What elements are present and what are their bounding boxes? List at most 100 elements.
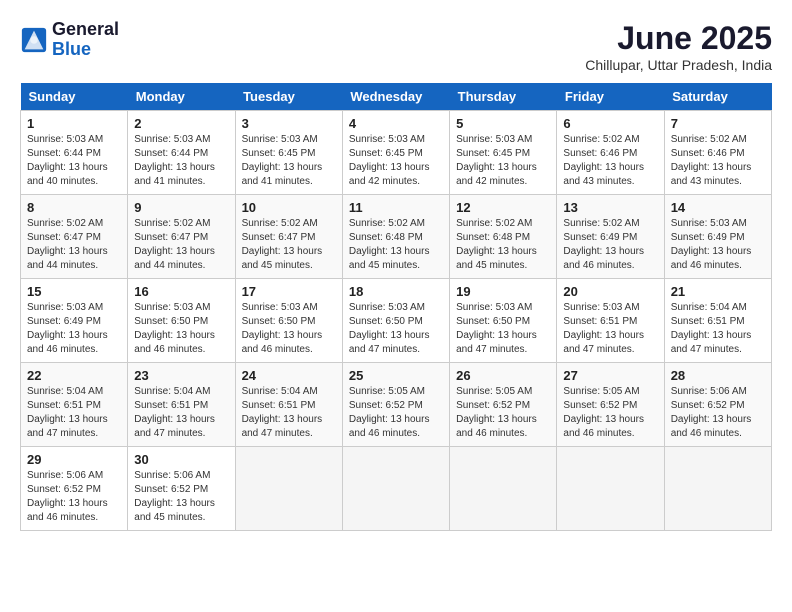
day-info: Sunrise: 5:03 AM Sunset: 6:45 PM Dayligh… (349, 133, 443, 189)
empty-cell (235, 447, 342, 531)
week-row-5: 29 Sunrise: 5:06 AM Sunset: 6:52 PM Dayl… (21, 447, 772, 531)
logo-line2: Blue (52, 40, 119, 60)
day-info: Sunrise: 5:03 AM Sunset: 6:49 PM Dayligh… (671, 217, 765, 273)
day-cell-11: 11 Sunrise: 5:02 AM Sunset: 6:48 PM Dayl… (342, 195, 449, 279)
day-cell-5: 5 Sunrise: 5:03 AM Sunset: 6:45 PM Dayli… (450, 111, 557, 195)
day-cell-7: 7 Sunrise: 5:02 AM Sunset: 6:46 PM Dayli… (664, 111, 771, 195)
day-info: Sunrise: 5:04 AM Sunset: 6:51 PM Dayligh… (671, 301, 765, 357)
day-cell-17: 17 Sunrise: 5:03 AM Sunset: 6:50 PM Dayl… (235, 279, 342, 363)
col-header-thursday: Thursday (450, 83, 557, 111)
day-cell-30: 30 Sunrise: 5:06 AM Sunset: 6:52 PM Dayl… (128, 447, 235, 531)
day-info: Sunrise: 5:03 AM Sunset: 6:44 PM Dayligh… (134, 133, 228, 189)
day-cell-23: 23 Sunrise: 5:04 AM Sunset: 6:51 PM Dayl… (128, 363, 235, 447)
day-info: Sunrise: 5:02 AM Sunset: 6:46 PM Dayligh… (563, 133, 657, 189)
day-cell-22: 22 Sunrise: 5:04 AM Sunset: 6:51 PM Dayl… (21, 363, 128, 447)
col-header-saturday: Saturday (664, 83, 771, 111)
day-info: Sunrise: 5:05 AM Sunset: 6:52 PM Dayligh… (349, 385, 443, 441)
header: General Blue June 2025 Chillupar, Uttar … (20, 20, 772, 73)
col-header-sunday: Sunday (21, 83, 128, 111)
day-number: 26 (456, 368, 550, 383)
day-number: 9 (134, 200, 228, 215)
day-number: 7 (671, 116, 765, 131)
day-cell-25: 25 Sunrise: 5:05 AM Sunset: 6:52 PM Dayl… (342, 363, 449, 447)
day-number: 25 (349, 368, 443, 383)
logo-icon (20, 26, 48, 54)
day-number: 2 (134, 116, 228, 131)
day-info: Sunrise: 5:03 AM Sunset: 6:50 PM Dayligh… (242, 301, 336, 357)
empty-cell (557, 447, 664, 531)
day-cell-19: 19 Sunrise: 5:03 AM Sunset: 6:50 PM Dayl… (450, 279, 557, 363)
day-cell-15: 15 Sunrise: 5:03 AM Sunset: 6:49 PM Dayl… (21, 279, 128, 363)
day-cell-21: 21 Sunrise: 5:04 AM Sunset: 6:51 PM Dayl… (664, 279, 771, 363)
day-cell-3: 3 Sunrise: 5:03 AM Sunset: 6:45 PM Dayli… (235, 111, 342, 195)
col-header-tuesday: Tuesday (235, 83, 342, 111)
day-info: Sunrise: 5:03 AM Sunset: 6:49 PM Dayligh… (27, 301, 121, 357)
day-cell-12: 12 Sunrise: 5:02 AM Sunset: 6:48 PM Dayl… (450, 195, 557, 279)
day-number: 22 (27, 368, 121, 383)
day-number: 15 (27, 284, 121, 299)
empty-cell (664, 447, 771, 531)
day-cell-6: 6 Sunrise: 5:02 AM Sunset: 6:46 PM Dayli… (557, 111, 664, 195)
day-info: Sunrise: 5:02 AM Sunset: 6:47 PM Dayligh… (242, 217, 336, 273)
day-info: Sunrise: 5:05 AM Sunset: 6:52 PM Dayligh… (456, 385, 550, 441)
day-info: Sunrise: 5:03 AM Sunset: 6:50 PM Dayligh… (349, 301, 443, 357)
day-cell-20: 20 Sunrise: 5:03 AM Sunset: 6:51 PM Dayl… (557, 279, 664, 363)
month-title: June 2025 (585, 20, 772, 57)
day-number: 13 (563, 200, 657, 215)
day-number: 12 (456, 200, 550, 215)
day-info: Sunrise: 5:03 AM Sunset: 6:50 PM Dayligh… (134, 301, 228, 357)
day-number: 8 (27, 200, 121, 215)
day-number: 28 (671, 368, 765, 383)
day-number: 30 (134, 452, 228, 467)
day-info: Sunrise: 5:04 AM Sunset: 6:51 PM Dayligh… (27, 385, 121, 441)
day-cell-28: 28 Sunrise: 5:06 AM Sunset: 6:52 PM Dayl… (664, 363, 771, 447)
logo: General Blue (20, 20, 119, 60)
day-number: 18 (349, 284, 443, 299)
day-info: Sunrise: 5:02 AM Sunset: 6:48 PM Dayligh… (349, 217, 443, 273)
day-cell-2: 2 Sunrise: 5:03 AM Sunset: 6:44 PM Dayli… (128, 111, 235, 195)
logo-text: General Blue (52, 20, 119, 60)
day-number: 21 (671, 284, 765, 299)
week-row-4: 22 Sunrise: 5:04 AM Sunset: 6:51 PM Dayl… (21, 363, 772, 447)
day-number: 19 (456, 284, 550, 299)
day-cell-9: 9 Sunrise: 5:02 AM Sunset: 6:47 PM Dayli… (128, 195, 235, 279)
day-info: Sunrise: 5:03 AM Sunset: 6:45 PM Dayligh… (456, 133, 550, 189)
day-info: Sunrise: 5:03 AM Sunset: 6:44 PM Dayligh… (27, 133, 121, 189)
title-block: June 2025 Chillupar, Uttar Pradesh, Indi… (585, 20, 772, 73)
day-info: Sunrise: 5:05 AM Sunset: 6:52 PM Dayligh… (563, 385, 657, 441)
day-number: 1 (27, 116, 121, 131)
calendar-header-row: SundayMondayTuesdayWednesdayThursdayFrid… (21, 83, 772, 111)
day-cell-24: 24 Sunrise: 5:04 AM Sunset: 6:51 PM Dayl… (235, 363, 342, 447)
day-number: 4 (349, 116, 443, 131)
day-cell-26: 26 Sunrise: 5:05 AM Sunset: 6:52 PM Dayl… (450, 363, 557, 447)
day-cell-13: 13 Sunrise: 5:02 AM Sunset: 6:49 PM Dayl… (557, 195, 664, 279)
week-row-3: 15 Sunrise: 5:03 AM Sunset: 6:49 PM Dayl… (21, 279, 772, 363)
day-number: 5 (456, 116, 550, 131)
day-cell-16: 16 Sunrise: 5:03 AM Sunset: 6:50 PM Dayl… (128, 279, 235, 363)
day-cell-8: 8 Sunrise: 5:02 AM Sunset: 6:47 PM Dayli… (21, 195, 128, 279)
day-number: 27 (563, 368, 657, 383)
day-number: 6 (563, 116, 657, 131)
day-cell-14: 14 Sunrise: 5:03 AM Sunset: 6:49 PM Dayl… (664, 195, 771, 279)
empty-cell (450, 447, 557, 531)
calendar: SundayMondayTuesdayWednesdayThursdayFrid… (20, 83, 772, 531)
day-cell-10: 10 Sunrise: 5:02 AM Sunset: 6:47 PM Dayl… (235, 195, 342, 279)
day-number: 16 (134, 284, 228, 299)
day-info: Sunrise: 5:03 AM Sunset: 6:51 PM Dayligh… (563, 301, 657, 357)
day-cell-29: 29 Sunrise: 5:06 AM Sunset: 6:52 PM Dayl… (21, 447, 128, 531)
day-cell-27: 27 Sunrise: 5:05 AM Sunset: 6:52 PM Dayl… (557, 363, 664, 447)
col-header-friday: Friday (557, 83, 664, 111)
day-info: Sunrise: 5:06 AM Sunset: 6:52 PM Dayligh… (27, 469, 121, 525)
day-cell-18: 18 Sunrise: 5:03 AM Sunset: 6:50 PM Dayl… (342, 279, 449, 363)
day-number: 11 (349, 200, 443, 215)
day-number: 3 (242, 116, 336, 131)
week-row-2: 8 Sunrise: 5:02 AM Sunset: 6:47 PM Dayli… (21, 195, 772, 279)
day-info: Sunrise: 5:02 AM Sunset: 6:48 PM Dayligh… (456, 217, 550, 273)
day-info: Sunrise: 5:02 AM Sunset: 6:49 PM Dayligh… (563, 217, 657, 273)
empty-cell (342, 447, 449, 531)
day-number: 20 (563, 284, 657, 299)
week-row-1: 1 Sunrise: 5:03 AM Sunset: 6:44 PM Dayli… (21, 111, 772, 195)
day-info: Sunrise: 5:04 AM Sunset: 6:51 PM Dayligh… (242, 385, 336, 441)
location-subtitle: Chillupar, Uttar Pradesh, India (585, 57, 772, 73)
logo-line1: General (52, 20, 119, 40)
